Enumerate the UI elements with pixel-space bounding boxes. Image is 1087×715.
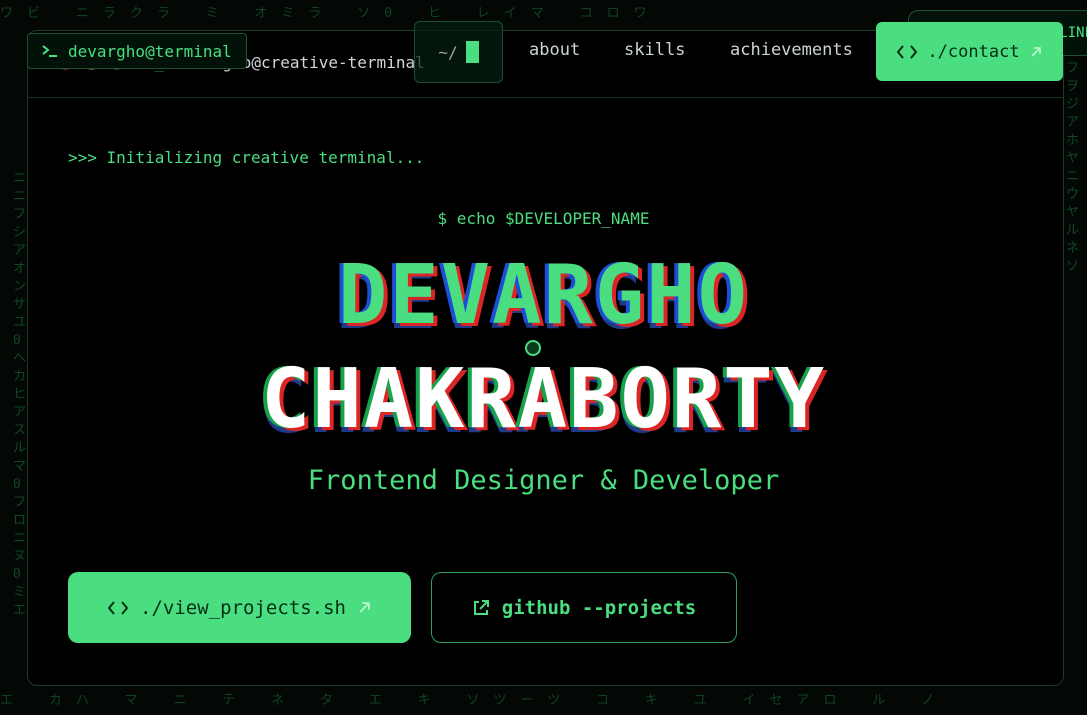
hero-first-name: DEVARGHO xyxy=(338,248,749,343)
matrix-rain-row-bottom: エ カハ マ ニ テ ネ タ エ キ ソツーツ コ キ ユ イセアロ ル ノ xyxy=(0,693,949,707)
nav-contact-label: ./contact xyxy=(927,41,1020,62)
external-link-icon xyxy=(472,599,490,617)
external-arrow-icon xyxy=(358,601,371,614)
code-icon xyxy=(108,600,129,615)
init-status-line: >>> Initializing creative terminal... xyxy=(68,148,425,167)
hero-last-name: CHAKRABORTY xyxy=(260,352,827,447)
terminal-prompt-icon xyxy=(42,44,58,58)
view-projects-button[interactable]: ./view_projects.sh xyxy=(68,572,411,643)
code-icon xyxy=(897,44,918,59)
logo-badge[interactable]: devargho@terminal xyxy=(27,33,247,69)
nav-link-achievements[interactable]: achievements xyxy=(730,40,853,60)
nav-cwd-indicator[interactable]: ~/ xyxy=(414,21,503,83)
github-projects-button[interactable]: github --projects xyxy=(431,572,737,643)
nav-link-skills[interactable]: skills xyxy=(624,40,685,60)
blinking-cursor xyxy=(465,41,479,63)
nav-cwd-label: ~/ xyxy=(438,42,458,62)
external-arrow-icon xyxy=(1030,46,1042,58)
nav-contact-button[interactable]: ./contact xyxy=(876,22,1063,81)
github-projects-label: github --projects xyxy=(501,596,697,619)
nav-link-about[interactable]: about xyxy=(529,40,580,60)
logo-badge-label: devargho@terminal xyxy=(68,41,232,61)
hero-role: Frontend Designer & Developer xyxy=(307,465,780,496)
cursor-orb xyxy=(525,340,541,356)
view-projects-label: ./view_projects.sh xyxy=(140,596,346,619)
echo-command-line: $ echo $DEVELOPER_NAME xyxy=(437,209,650,228)
